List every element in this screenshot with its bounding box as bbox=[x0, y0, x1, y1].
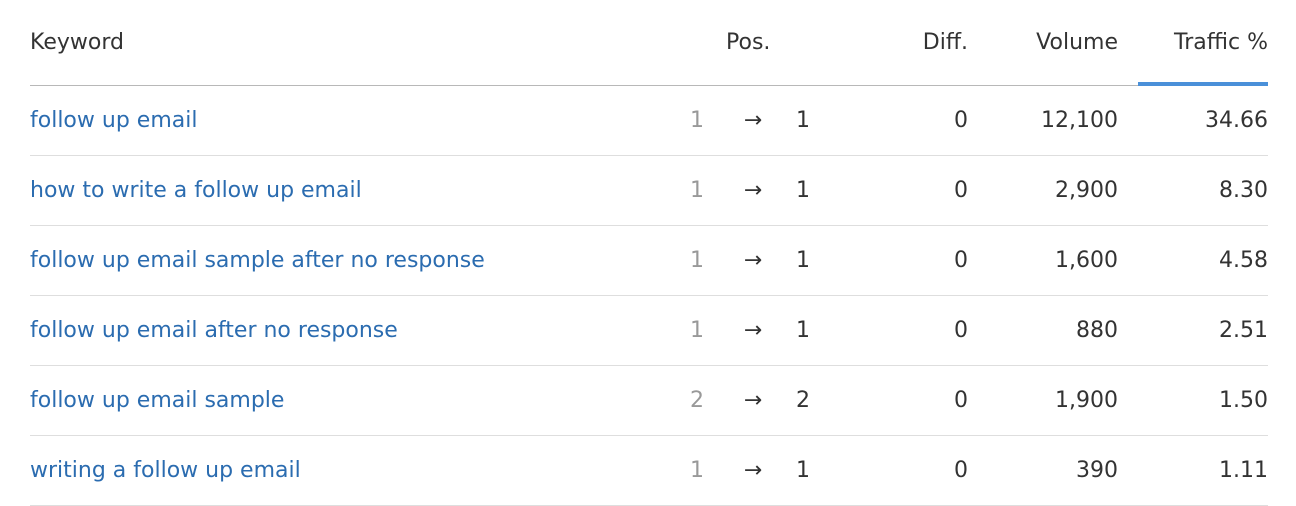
column-header-volume[interactable]: Volume bbox=[1036, 28, 1118, 58]
table-row: how to write a follow up email 1 → 1 0 2… bbox=[30, 156, 1268, 226]
volume-value: 1,900 bbox=[1055, 388, 1118, 413]
difficulty-value: 0 bbox=[954, 388, 968, 413]
previous-position: 1 bbox=[690, 178, 704, 203]
table-row: follow up email sample after no response… bbox=[30, 226, 1268, 296]
difficulty-value: 0 bbox=[954, 108, 968, 133]
arrow-right-icon: → bbox=[743, 388, 763, 413]
traffic-value: 2.51 bbox=[1219, 318, 1268, 343]
current-position: 1 bbox=[796, 178, 810, 203]
difficulty-value: 0 bbox=[954, 178, 968, 203]
keyword-link[interactable]: how to write a follow up email bbox=[30, 156, 362, 226]
table-row: follow up email sample 2 → 2 0 1,900 1.5… bbox=[30, 366, 1268, 436]
traffic-value: 4.58 bbox=[1219, 248, 1268, 273]
volume-value: 880 bbox=[1076, 318, 1118, 343]
keyword-link[interactable]: follow up email sample bbox=[30, 366, 284, 436]
keyword-link[interactable]: follow up email sample after no response bbox=[30, 226, 485, 296]
arrow-right-icon: → bbox=[743, 178, 763, 203]
volume-value: 2,900 bbox=[1055, 178, 1118, 203]
table-row: follow up email after no response 1 → 1 … bbox=[30, 296, 1268, 366]
volume-value: 12,100 bbox=[1041, 108, 1118, 133]
traffic-value: 1.11 bbox=[1219, 458, 1268, 483]
column-header-pos[interactable]: Pos. bbox=[726, 28, 786, 58]
arrow-right-icon: → bbox=[743, 108, 763, 133]
column-header-keyword[interactable]: Keyword bbox=[30, 28, 124, 58]
keyword-link[interactable]: writing a follow up email bbox=[30, 436, 301, 506]
table-header: Keyword Pos. Diff. Volume Traffic % bbox=[30, 0, 1268, 86]
previous-position: 2 bbox=[690, 388, 704, 413]
keywords-table: Keyword Pos. Diff. Volume Traffic % foll… bbox=[30, 0, 1268, 506]
traffic-value: 1.50 bbox=[1219, 388, 1268, 413]
difficulty-value: 0 bbox=[954, 458, 968, 483]
arrow-right-icon: → bbox=[743, 248, 763, 273]
previous-position: 1 bbox=[690, 108, 704, 133]
column-header-diff[interactable]: Diff. bbox=[923, 28, 968, 58]
arrow-right-icon: → bbox=[743, 458, 763, 483]
column-header-traffic[interactable]: Traffic % bbox=[1174, 28, 1268, 58]
current-position: 1 bbox=[796, 108, 810, 133]
current-position: 1 bbox=[796, 248, 810, 273]
difficulty-value: 0 bbox=[954, 248, 968, 273]
current-position: 2 bbox=[796, 388, 810, 413]
previous-position: 1 bbox=[690, 248, 704, 273]
volume-value: 390 bbox=[1076, 458, 1118, 483]
previous-position: 1 bbox=[690, 318, 704, 343]
table-row: follow up email 1 → 1 0 12,100 34.66 bbox=[30, 86, 1268, 156]
keyword-link[interactable]: follow up email after no response bbox=[30, 296, 398, 366]
difficulty-value: 0 bbox=[954, 318, 968, 343]
previous-position: 1 bbox=[690, 458, 704, 483]
keyword-link[interactable]: follow up email bbox=[30, 86, 197, 156]
current-position: 1 bbox=[796, 458, 810, 483]
traffic-value: 34.66 bbox=[1205, 108, 1268, 133]
table-row: writing a follow up email 1 → 1 0 390 1.… bbox=[30, 436, 1268, 506]
current-position: 1 bbox=[796, 318, 810, 343]
traffic-value: 8.30 bbox=[1219, 178, 1268, 203]
volume-value: 1,600 bbox=[1055, 248, 1118, 273]
arrow-right-icon: → bbox=[743, 318, 763, 343]
